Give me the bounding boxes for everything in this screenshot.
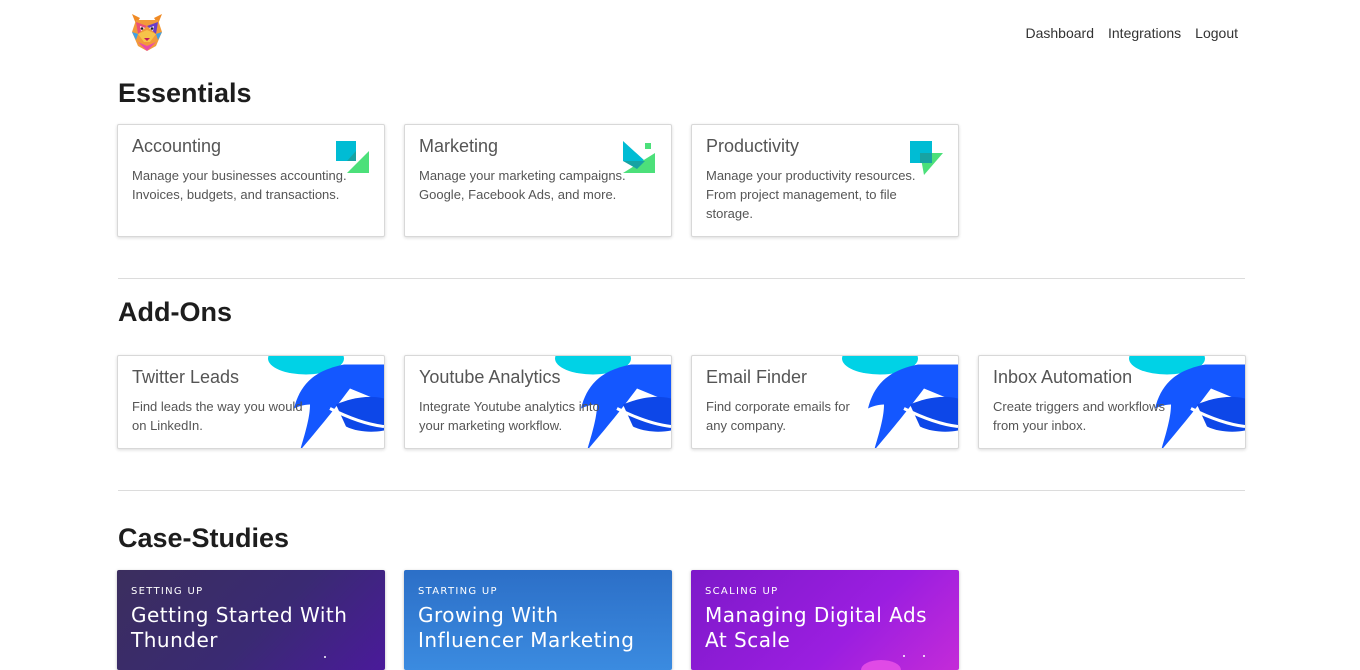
case-title: Growing With Influencer Marketing — [418, 603, 635, 652]
card-title: Email Finder — [706, 367, 808, 387]
card-description: Find corporate emails for any company. — [706, 399, 850, 433]
case-title: Managing Digital Ads At Scale — [705, 603, 928, 652]
case-kicker: SETTING UP — [131, 586, 204, 597]
section-divider — [118, 490, 1245, 491]
card-productivity[interactable]: Productivity Manage your productivity re… — [691, 124, 959, 237]
card-title: Inbox Automation — [993, 367, 1133, 387]
card-title: Twitter Leads — [132, 367, 240, 387]
case-influencer-marketing[interactable]: STARTING UP Growing With Influencer Mark… — [404, 570, 672, 670]
essentials-heading: Essentials — [118, 78, 252, 108]
case-getting-started[interactable]: SETTING UP Getting Started With Thunder — [117, 570, 385, 670]
case-kicker: SCALING UP — [705, 586, 779, 597]
card-description: Find leads the way you would on LinkedIn… — [132, 399, 303, 433]
card-description: Integrate Youtube analytics into your ma… — [419, 399, 600, 433]
card-title: Accounting — [132, 136, 222, 156]
star-dot — [324, 656, 326, 658]
addons-heading: Add-Ons — [118, 297, 232, 327]
card-youtube-analytics[interactable]: Youtube Analytics Integrate Youtube anal… — [404, 355, 672, 449]
nav-integrations[interactable]: Integrations — [1108, 24, 1181, 42]
accounting-icon — [336, 141, 370, 175]
card-marketing[interactable]: Marketing Manage your marketing campaign… — [404, 124, 672, 237]
star-dot — [923, 655, 925, 657]
card-title: Marketing — [419, 136, 499, 156]
card-description: Create triggers and workflows from your … — [993, 399, 1165, 433]
star-dot — [903, 655, 905, 657]
case-title: Getting Started With Thunder — [131, 603, 348, 652]
card-description: Manage your businesses accounting. Invoi… — [132, 168, 347, 202]
section-divider — [118, 278, 1245, 279]
productivity-icon — [910, 141, 944, 175]
top-bar: Dashboard Integrations Logout — [0, 0, 1360, 66]
marketing-icon — [623, 141, 657, 175]
card-description: Manage your productivity resources. From… — [706, 168, 916, 221]
planet-shape — [861, 660, 901, 670]
case-studies-heading: Case-Studies — [118, 523, 290, 553]
card-inbox-automation[interactable]: Inbox Automation Create triggers and wor… — [978, 355, 1246, 449]
tiger-logo-icon[interactable] — [128, 12, 166, 52]
card-title: Productivity — [706, 136, 800, 156]
nav-dashboard[interactable]: Dashboard — [1026, 24, 1095, 42]
card-email-finder[interactable]: Email Finder Find corporate emails for a… — [691, 355, 959, 449]
card-description: Manage your marketing campaigns. Google,… — [419, 168, 626, 202]
case-digital-ads[interactable]: SCALING UP Managing Digital Ads At Scale — [691, 570, 959, 670]
case-kicker: STARTING UP — [418, 586, 498, 597]
card-twitter-leads[interactable]: Twitter Leads Find leads the way you wou… — [117, 355, 385, 449]
main-nav: Dashboard Integrations Logout — [1026, 24, 1239, 42]
nav-logout[interactable]: Logout — [1195, 24, 1238, 42]
card-accounting[interactable]: Accounting Manage your businesses accoun… — [117, 124, 385, 237]
card-title: Youtube Analytics — [419, 367, 561, 387]
